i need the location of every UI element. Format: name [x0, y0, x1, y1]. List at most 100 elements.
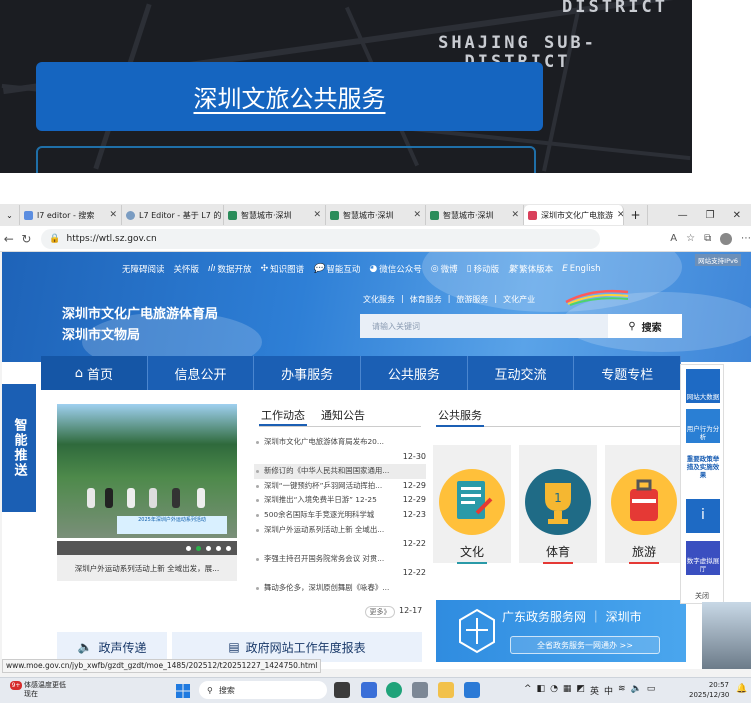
news-item[interactable]: 深圳推出“入境免费半日游” 12-25 12-29 — [254, 493, 426, 508]
back-icon[interactable]: ← — [0, 232, 18, 246]
close-window-icon[interactable]: ✕ — [733, 210, 741, 221]
banner-enter-button[interactable]: 全省政务服务一网通办 >> — [510, 636, 660, 654]
site-bigdata-widget[interactable]: 网站大数据 — [686, 369, 720, 403]
search-input[interactable]: 请输入关键词 — [360, 314, 608, 338]
notification-bell-icon[interactable]: 🔔 — [736, 684, 747, 694]
nav-interaction[interactable]: 互动交流 — [468, 356, 575, 390]
sports-link[interactable]: 体育服务 — [410, 294, 442, 305]
ime-icon[interactable]: 中 — [604, 684, 613, 697]
slide-dot[interactable] — [226, 545, 231, 551]
news-item[interactable]: 舞动多伦多，深圳原创舞剧《咏春》... — [254, 581, 426, 596]
news-item[interactable]: 新修订的《中华人民共和国国家通用... — [254, 464, 426, 479]
news-slide-image[interactable]: 2025年深圳户外运动系列活动 — [57, 404, 237, 538]
tab-actions-icon[interactable]: ⌄ — [0, 205, 20, 225]
i-shenzhen-widget[interactable]: i — [686, 499, 720, 533]
collections-icon[interactable]: ⧉ — [704, 233, 711, 244]
news-item[interactable]: 深圳“一键预约杯”乒羽网活动挥拍... 12-29 — [254, 479, 426, 494]
more-button[interactable]: 更多》 — [365, 606, 395, 618]
weather-widget[interactable]: 9+ 体感温度更低 现在 — [10, 681, 66, 699]
org-name[interactable]: 深圳市文化广电旅游体育局 深圳市文物局 — [62, 304, 218, 346]
public-service-button[interactable]: 深圳文旅公共服务 — [36, 62, 543, 131]
favorite-icon[interactable]: ☆ — [686, 233, 695, 244]
tab-notices[interactable]: 通知公告 — [319, 407, 367, 426]
card-culture[interactable]: 文化 — [433, 445, 511, 564]
minimize-icon[interactable]: — — [678, 210, 688, 221]
floater-close-button[interactable]: 关闭 — [681, 591, 723, 601]
tray-app-icon[interactable]: ▦ — [563, 684, 572, 697]
edge-icon[interactable] — [386, 682, 402, 698]
tray-app-icon[interactable]: ◩ — [576, 684, 585, 697]
news-item[interactable]: 李强主持召开国务院常务会议 对贯... — [254, 552, 426, 567]
open-data-link[interactable]: ılı 数据开放 — [208, 262, 252, 275]
search-button[interactable]: ⚲ 搜索 — [608, 314, 682, 338]
industry-link[interactable]: 文化产业 — [503, 294, 535, 305]
slide-dot-active[interactable] — [196, 545, 201, 551]
smart-interact-link[interactable]: 💬 智能互动 — [313, 262, 360, 275]
card-sports[interactable]: 1 体育 — [519, 445, 597, 564]
wechat-link[interactable]: ◕ 微信公众号 — [369, 262, 421, 275]
tray-app-icon[interactable]: ◔ — [550, 684, 558, 697]
slide-dot[interactable] — [216, 545, 221, 551]
accessible-link[interactable]: 无障碍阅读 — [122, 262, 165, 275]
slide-caption[interactable]: 深圳户外运动系列活动上新 全域出发，展... — [57, 555, 237, 581]
wifi-icon[interactable]: ≋ — [618, 684, 626, 697]
slide-dot[interactable] — [206, 545, 211, 551]
nav-home[interactable]: ⌂ 首页 — [41, 356, 148, 390]
close-icon[interactable]: ✕ — [409, 210, 421, 220]
user-behavior-widget[interactable]: 用户行为分析 — [686, 409, 720, 443]
refresh-icon[interactable]: ↻ — [18, 232, 36, 246]
nav-info-disclosure[interactable]: 信息公开 — [148, 356, 255, 390]
news-item[interactable]: 深圳市文化广电旅游体育局发布20... — [254, 435, 426, 450]
culture-link[interactable]: 文化服务 — [363, 294, 395, 305]
tab-3[interactable]: 智慧城市·深圳 ✕ — [224, 205, 326, 225]
store-icon[interactable] — [361, 682, 377, 698]
annual-report-tab[interactable]: ▤ 政府网站工作年度报表 — [172, 632, 422, 662]
news-item[interactable]: 500余名国际车手竞逐光明科学城 12-23 — [254, 508, 426, 523]
tab-1[interactable]: l7 editor - 搜索 ✕ — [20, 205, 122, 225]
input-lang-icon[interactable]: 英 — [590, 684, 599, 697]
policy-effect-widget[interactable]: 重要政策举措及实施效果 — [686, 451, 720, 485]
close-icon[interactable]: ✕ — [507, 210, 519, 220]
profile-icon[interactable] — [720, 232, 732, 245]
nav-services[interactable]: 办事服务 — [254, 356, 362, 390]
english-link[interactable]: E English — [562, 262, 600, 275]
windows-start-icon[interactable] — [176, 683, 190, 698]
battery-icon[interactable]: ▭ — [647, 684, 656, 697]
smart-push-ribbon[interactable]: 智能推送 — [2, 384, 36, 512]
tab-2[interactable]: L7 Editor - 基于 L7 的✕ — [122, 205, 224, 225]
volume-icon[interactable]: 🔈 — [631, 684, 642, 697]
tab-4[interactable]: 智慧城市·深圳 ✕ — [326, 205, 426, 225]
clock[interactable]: 20:57 2025/12/30 — [689, 680, 729, 700]
read-aloud-icon[interactable]: A — [670, 233, 677, 244]
virtual-hall-widget[interactable]: 数字虚拟展厅 — [686, 541, 720, 575]
guangdong-service-banner[interactable]: 广东政务服务网 ｜ 深圳市 全省政务服务一网通办 >> — [436, 600, 686, 662]
tray-app-icon[interactable]: ◧ — [537, 684, 546, 697]
folder-icon[interactable] — [438, 682, 454, 698]
tab-6-active[interactable]: 深圳市文化广电旅游 ✕ — [524, 205, 624, 225]
close-icon[interactable]: ✕ — [105, 210, 117, 220]
traditional-link[interactable]: 繁繁体版本 — [508, 262, 553, 276]
secondary-box[interactable] — [36, 146, 536, 173]
weibo-link[interactable]: ◎ 微博 — [431, 262, 458, 275]
nav-special-topics[interactable]: 专题专栏 — [574, 356, 682, 390]
tray-overflow-icon[interactable]: ^ — [524, 684, 532, 697]
nav-public-services[interactable]: 公共服务 — [361, 356, 468, 390]
tab-work-news[interactable]: 工作动态 — [259, 407, 307, 426]
slide-dot[interactable] — [186, 545, 191, 551]
close-icon[interactable]: ✕ — [309, 210, 321, 220]
tab-5[interactable]: 智慧城市·深圳 ✕ — [426, 205, 524, 225]
task-view-icon[interactable] — [334, 682, 350, 698]
restore-icon[interactable]: ❐ — [706, 210, 715, 221]
tourism-link[interactable]: 旅游服务 — [456, 294, 488, 305]
new-tab-button[interactable]: + — [624, 205, 648, 225]
vscode-icon[interactable] — [464, 682, 480, 698]
taskbar-search[interactable]: ⚲ 搜索 — [199, 681, 327, 699]
close-icon[interactable]: ✕ — [613, 210, 623, 220]
knowledge-graph-link[interactable]: ✣ 知识图谱 — [261, 262, 305, 275]
news-item[interactable]: 深圳户外运动系列活动上新 全域出... — [254, 523, 426, 538]
care-mode-link[interactable]: 关怀版 — [174, 262, 200, 275]
more-icon[interactable]: ⋯ — [741, 233, 751, 244]
settings-icon[interactable] — [412, 682, 428, 698]
url-field[interactable]: 🔒 https://wtl.sz.gov.cn — [41, 228, 601, 249]
mobile-link[interactable]: ▯ 移动版 — [467, 262, 499, 275]
